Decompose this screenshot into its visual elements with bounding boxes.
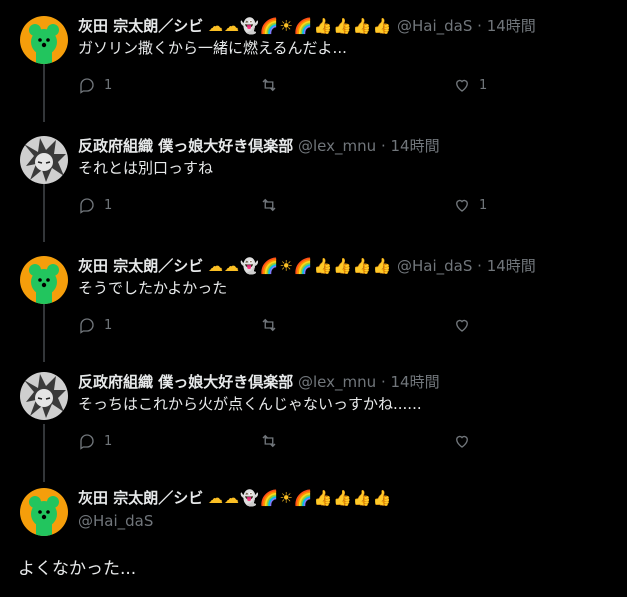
avatar[interactable]: [20, 372, 68, 420]
handle[interactable]: @lex_mnu: [298, 137, 376, 155]
retweet-icon: [262, 198, 276, 212]
reply-icon: [80, 198, 94, 214]
reply-icon: [80, 434, 94, 450]
like-button[interactable]: [453, 432, 479, 450]
like-button[interactable]: 1: [453, 196, 487, 214]
tweet[interactable]: 灰田 宗太朗／シビ ☁☁👻🌈☀🌈👍👍👍👍 @Hai_daS · 14時間 そうで…: [0, 256, 627, 348]
timestamp[interactable]: 14時間: [391, 373, 440, 391]
retweet-icon: [262, 78, 276, 92]
tweet-header: 反政府組織 僕っ娘大好き倶楽部 @lex_mnu · 14時間: [78, 372, 440, 392]
tweet-text: それとは別口っすね: [78, 159, 214, 177]
display-name[interactable]: 灰田 宗太朗／シビ: [78, 489, 203, 507]
reply-button[interactable]: 1: [78, 196, 112, 214]
retweet-button[interactable]: [260, 196, 278, 214]
focus-tweet[interactable]: 灰田 宗太朗／シビ ☁☁👻🌈☀🌈👍👍👍👍 @Hai_daS よくなかった...: [0, 488, 627, 597]
reply-count: 1: [104, 77, 113, 93]
handle[interactable]: @Hai_daS: [397, 17, 472, 35]
separator: ·: [477, 17, 482, 35]
display-name[interactable]: 反政府組織 僕っ娘大好き倶楽部: [78, 137, 293, 155]
tweet-header: 灰田 宗太朗／シビ ☁☁👻🌈☀🌈👍👍👍👍 @Hai_daS · 14時間: [78, 16, 536, 36]
tweet[interactable]: 反政府組織 僕っ娘大好き倶楽部 @lex_mnu · 14時間 そっちはこれから…: [0, 372, 627, 464]
reply-button[interactable]: 1: [78, 432, 112, 450]
retweet-button[interactable]: [260, 432, 278, 450]
avatar[interactable]: [20, 256, 68, 304]
tweet-header: 灰田 宗太朗／シビ ☁☁👻🌈☀🌈👍👍👍👍: [78, 488, 392, 508]
reply-button[interactable]: 1: [78, 316, 112, 334]
avatar[interactable]: [20, 136, 68, 184]
separator: ·: [477, 257, 482, 275]
tweet[interactable]: 反政府組織 僕っ娘大好き倶楽部 @lex_mnu · 14時間 それとは別口っす…: [0, 136, 627, 228]
handle[interactable]: @Hai_daS: [397, 257, 472, 275]
tweet-actions: 1 1: [78, 76, 498, 96]
retweet-icon: [262, 318, 276, 332]
heart-icon: [456, 319, 468, 332]
like-count: 1: [479, 197, 488, 213]
handle[interactable]: @Hai_daS: [78, 512, 153, 530]
like-button[interactable]: [453, 316, 479, 334]
tweet-actions: 1: [78, 316, 498, 336]
tweet[interactable]: 灰田 宗太朗／シビ ☁☁👻🌈☀🌈👍👍👍👍 @Hai_daS · 14時間 ガソリ…: [0, 16, 627, 108]
retweet-button[interactable]: [260, 316, 278, 334]
tweet-text: そっちはこれから火が点くんじゃないっすかね......: [78, 395, 422, 413]
avatar[interactable]: [20, 488, 68, 536]
tweet-text: そうでしたかよかった: [78, 279, 228, 297]
timestamp[interactable]: 14時間: [487, 17, 536, 35]
heart-icon: [456, 79, 468, 92]
retweet-button[interactable]: [260, 76, 278, 94]
heart-icon: [456, 199, 468, 212]
timestamp[interactable]: 14時間: [391, 137, 440, 155]
display-name[interactable]: 灰田 宗太朗／シビ: [78, 257, 203, 275]
timestamp[interactable]: 14時間: [487, 257, 536, 275]
separator: ·: [380, 137, 386, 155]
heart-icon: [456, 435, 468, 448]
reply-button[interactable]: 1: [78, 76, 112, 94]
like-count: 1: [479, 77, 488, 93]
name-emoji: ☁☁👻🌈☀🌈👍👍👍👍: [208, 17, 393, 35]
like-button[interactable]: 1: [453, 76, 487, 94]
name-emoji: ☁☁👻🌈☀🌈👍👍👍👍: [208, 489, 393, 507]
display-name[interactable]: 反政府組織 僕っ娘大好き倶楽部: [78, 373, 293, 391]
tweet-actions: 1: [78, 432, 498, 452]
retweet-icon: [262, 434, 276, 448]
conversation-thread: 灰田 宗太朗／シビ ☁☁👻🌈☀🌈👍👍👍👍 @Hai_daS · 14時間 ガソリ…: [0, 0, 627, 597]
display-name[interactable]: 灰田 宗太朗／シビ: [78, 17, 203, 35]
reply-icon: [80, 318, 94, 334]
tweet-text: ガソリン撒くから一緒に燃えるんだよ...: [78, 39, 347, 57]
tweet-actions: 1 1: [78, 196, 498, 216]
tweet-header: 反政府組織 僕っ娘大好き倶楽部 @lex_mnu · 14時間: [78, 136, 440, 156]
reply-count: 1: [104, 433, 113, 449]
reply-count: 1: [104, 197, 113, 213]
reply-count: 1: [104, 317, 113, 333]
separator: ·: [380, 373, 386, 391]
tweet-header: 灰田 宗太朗／シビ ☁☁👻🌈☀🌈👍👍👍👍 @Hai_daS · 14時間: [78, 256, 536, 276]
tweet-text: よくなかった...: [18, 559, 137, 579]
reply-icon: [80, 78, 94, 94]
name-emoji: ☁☁👻🌈☀🌈👍👍👍👍: [208, 257, 393, 275]
avatar[interactable]: [20, 16, 68, 64]
handle[interactable]: @lex_mnu: [298, 373, 376, 391]
